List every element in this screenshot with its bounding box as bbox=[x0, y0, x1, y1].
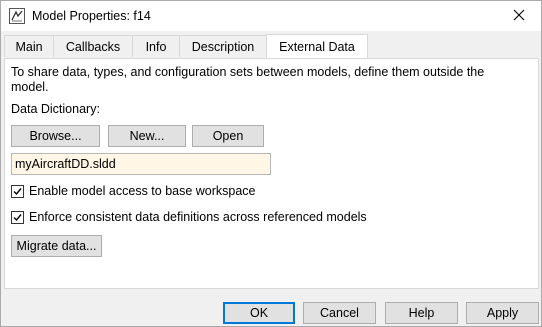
external-data-panel: To share data, types, and configuration … bbox=[4, 58, 539, 289]
base-workspace-label: Enable model access to base workspace bbox=[29, 184, 256, 198]
enforce-consistency-checkbox[interactable] bbox=[11, 210, 24, 224]
ok-button[interactable]: OK bbox=[223, 302, 295, 324]
window-title: Model Properties: f14 bbox=[32, 9, 151, 23]
tab-label: Callbacks bbox=[65, 39, 121, 54]
simulink-model-icon bbox=[9, 8, 25, 24]
enforce-consistency-checkbox-row[interactable]: Enforce consistent data definitions acro… bbox=[11, 210, 367, 224]
base-workspace-checkbox-row[interactable]: Enable model access to base workspace bbox=[11, 184, 256, 198]
panel-description: To share data, types, and configuration … bbox=[11, 65, 485, 94]
data-dictionary-label: Data Dictionary: bbox=[11, 102, 100, 116]
open-button-label: Open bbox=[212, 129, 244, 143]
tab-label: External Data bbox=[279, 39, 355, 54]
new-button-label: New... bbox=[129, 129, 165, 143]
tab-strip: Main Callbacks Info Description External… bbox=[1, 34, 541, 59]
checkmark-icon bbox=[13, 187, 22, 195]
cancel-button[interactable]: Cancel bbox=[303, 302, 376, 324]
tab-description[interactable]: Description bbox=[179, 35, 267, 57]
tab-main[interactable]: Main bbox=[4, 35, 54, 57]
new-button[interactable]: New... bbox=[108, 125, 186, 147]
base-workspace-checkbox[interactable] bbox=[11, 184, 24, 198]
migrate-data-button-label: Migrate data... bbox=[16, 239, 97, 253]
close-button[interactable] bbox=[497, 1, 541, 31]
help-button-label: Help bbox=[408, 306, 435, 320]
tab-callbacks[interactable]: Callbacks bbox=[53, 35, 133, 57]
model-properties-dialog: Model Properties: f14 Main Callbacks Inf… bbox=[0, 0, 542, 327]
data-dictionary-field[interactable]: myAircraftDD.sldd bbox=[11, 153, 271, 175]
help-button[interactable]: Help bbox=[385, 302, 458, 324]
tab-info[interactable]: Info bbox=[132, 35, 180, 57]
tab-label: Description bbox=[191, 39, 255, 54]
apply-button[interactable]: Apply bbox=[466, 302, 539, 324]
apply-button-label: Apply bbox=[486, 306, 519, 320]
tab-label: Main bbox=[15, 39, 43, 54]
open-button[interactable]: Open bbox=[192, 125, 264, 147]
close-icon bbox=[513, 9, 525, 24]
tab-label: Info bbox=[145, 39, 167, 54]
ok-button-label: OK bbox=[249, 306, 269, 320]
checkmark-icon bbox=[13, 213, 22, 221]
title-bar[interactable]: Model Properties: f14 bbox=[1, 1, 541, 31]
browse-button[interactable]: Browse... bbox=[11, 125, 100, 147]
browse-button-label: Browse... bbox=[29, 129, 82, 143]
cancel-button-label: Cancel bbox=[320, 306, 359, 320]
enforce-consistency-label: Enforce consistent data definitions acro… bbox=[29, 210, 367, 224]
migrate-data-button[interactable]: Migrate data... bbox=[11, 235, 102, 257]
tab-external-data[interactable]: External Data bbox=[266, 34, 368, 58]
